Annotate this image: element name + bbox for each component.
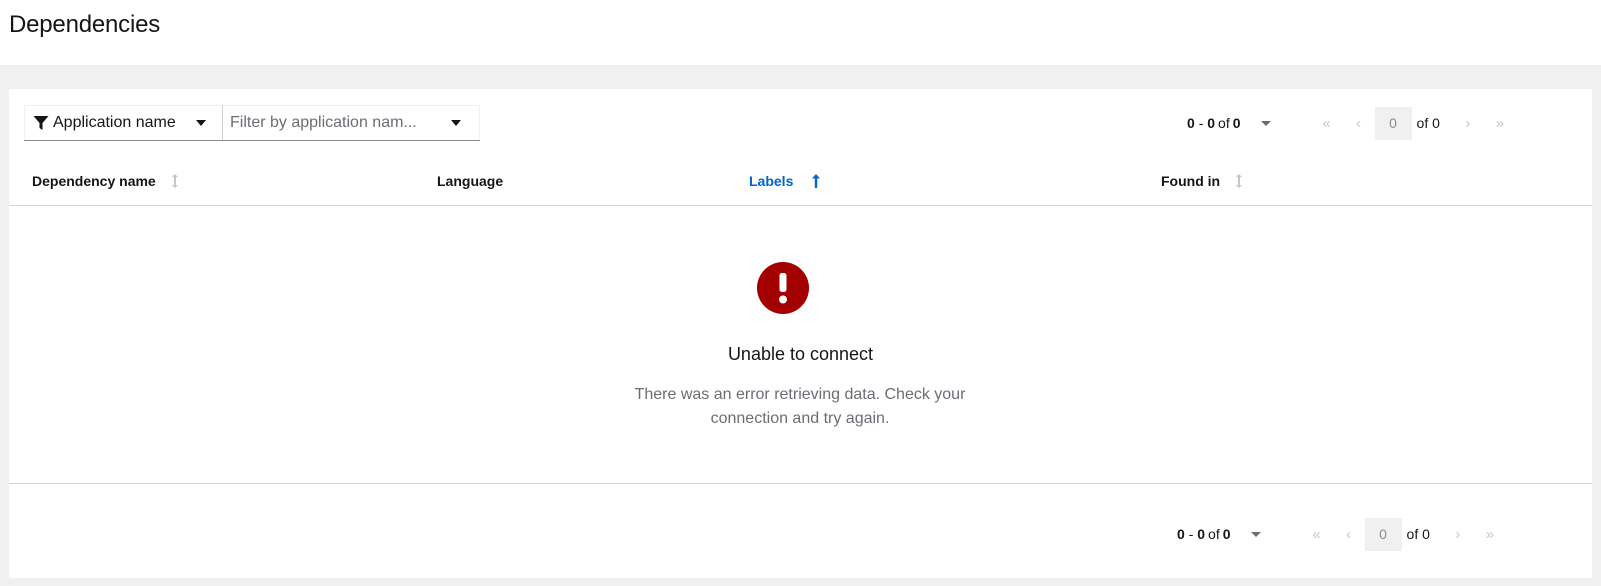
previous-page-button[interactable]: ‹ bbox=[1343, 105, 1375, 141]
pagination-top: 0 - 0 of 0 « ‹ of 0 › » bbox=[1187, 105, 1516, 141]
page-header: Dependencies bbox=[0, 0, 1601, 65]
exclamation-circle-icon bbox=[757, 262, 809, 314]
angle-right-icon: › bbox=[1465, 114, 1471, 132]
filter-toolbar: Application name bbox=[24, 105, 480, 141]
per-page-toggle[interactable]: 0 - 0 of 0 bbox=[1187, 105, 1271, 141]
caret-down-icon[interactable] bbox=[451, 120, 461, 126]
pagination-bottom: 0 - 0 of 0 « ‹ of 0 › » bbox=[1177, 516, 1506, 552]
page-title: Dependencies bbox=[9, 11, 161, 38]
current-page-input[interactable] bbox=[1364, 517, 1402, 551]
empty-state-title: Unable to connect bbox=[727, 344, 874, 364]
page-count-label: of 0 bbox=[1406, 526, 1430, 542]
caret-down-icon bbox=[196, 120, 206, 126]
angle-left-icon: ‹ bbox=[1346, 525, 1352, 543]
caret-down-icon bbox=[1250, 531, 1261, 537]
angle-double-left-icon: « bbox=[1312, 525, 1321, 543]
per-page-toggle[interactable]: 0 - 0 of 0 bbox=[1177, 516, 1261, 552]
column-header-labels[interactable]: Labels bbox=[749, 173, 821, 189]
column-header-language: Language bbox=[437, 173, 504, 189]
filter-typeahead[interactable] bbox=[223, 105, 480, 140]
empty-state: Unable to connect There was an error ret… bbox=[9, 207, 1592, 484]
sort-icon bbox=[171, 174, 178, 188]
last-page-button[interactable]: » bbox=[1484, 105, 1516, 141]
table-header: Dependency name Language Labels Found in bbox=[9, 159, 1592, 206]
angle-double-right-icon: » bbox=[1495, 114, 1505, 132]
next-page-button[interactable]: › bbox=[1442, 516, 1474, 552]
current-page-input[interactable] bbox=[1374, 106, 1412, 140]
column-header-dependency-name[interactable]: Dependency name bbox=[32, 173, 180, 189]
caret-down-icon bbox=[1260, 120, 1271, 126]
last-page-button[interactable]: » bbox=[1474, 516, 1506, 552]
filter-attribute-select[interactable]: Application name bbox=[24, 105, 223, 140]
sort-icon bbox=[1236, 174, 1243, 188]
dependencies-card: Application name 0 - 0 of 0 « ‹ of 0 › »… bbox=[9, 89, 1592, 578]
angle-double-left-icon: « bbox=[1322, 114, 1331, 132]
column-header-found-in[interactable]: Found in bbox=[1161, 173, 1244, 189]
next-page-button[interactable]: › bbox=[1452, 105, 1484, 141]
empty-state-body: There was an error retrieving data. Chec… bbox=[634, 386, 966, 427]
angle-right-icon: › bbox=[1455, 525, 1461, 543]
sort-ascending-icon bbox=[812, 174, 821, 188]
filter-icon bbox=[33, 116, 49, 130]
filter-attribute-label: Application name bbox=[53, 114, 176, 131]
first-page-button[interactable]: « bbox=[1301, 516, 1333, 552]
angle-double-right-icon: » bbox=[1485, 525, 1495, 543]
first-page-button[interactable]: « bbox=[1311, 105, 1343, 141]
filter-search-input[interactable] bbox=[230, 114, 445, 132]
angle-left-icon: ‹ bbox=[1356, 114, 1362, 132]
previous-page-button[interactable]: ‹ bbox=[1333, 516, 1365, 552]
page-count-label: of 0 bbox=[1416, 115, 1440, 131]
